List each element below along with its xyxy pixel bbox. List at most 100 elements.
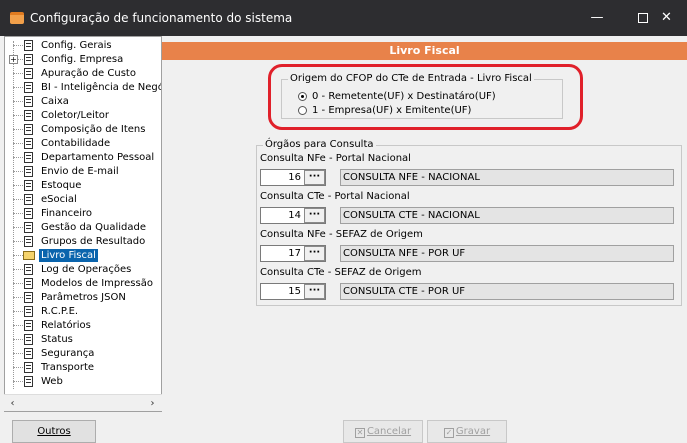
tree-item-label: Parâmetros JSON xyxy=(41,292,126,303)
tree-item-label: Gestão da Qualidade xyxy=(41,222,146,233)
tree-connector xyxy=(13,87,23,88)
tree-item[interactable]: Segurança xyxy=(5,347,161,360)
tree-connector xyxy=(13,157,23,158)
document-icon xyxy=(24,110,33,121)
tree-connector xyxy=(13,227,23,228)
document-icon xyxy=(24,54,33,65)
document-icon xyxy=(24,82,33,93)
tree-item[interactable]: + Config. Empresa xyxy=(5,53,161,66)
tree-item[interactable]: Web xyxy=(5,375,161,388)
tree-item[interactable]: BI - Inteligência de Negócio xyxy=(5,81,161,94)
lookup-button[interactable]: ··· xyxy=(304,246,325,261)
tree-item[interactable]: Coletor/Leitor xyxy=(5,109,161,122)
tree-item-label: Contabilidade xyxy=(41,138,111,149)
tree-item[interactable]: Contabilidade xyxy=(5,137,161,150)
document-icon xyxy=(24,320,33,331)
orgao-description-field: CONSULTA NFE - NACIONAL xyxy=(340,169,674,186)
footer-bar: Outros ✕ Cancelar ✓ Gravar xyxy=(0,412,687,443)
tree-item-label: Financeiro xyxy=(41,208,93,219)
document-icon xyxy=(24,68,33,79)
lookup-button[interactable]: ··· xyxy=(304,170,325,185)
orgaos-consulta-legend: Órgãos para Consulta xyxy=(263,139,376,150)
tree-item-label: Apuração de Custo xyxy=(41,68,136,79)
tree-connector xyxy=(13,297,23,298)
document-icon xyxy=(24,138,33,149)
config-tree[interactable]: Config. Gerais + Config. Empresa Apuração d… xyxy=(4,36,162,412)
scroll-right-icon[interactable]: › xyxy=(144,395,161,412)
tree-connector xyxy=(13,339,23,340)
tree-item-label: Config. Empresa xyxy=(41,54,124,65)
document-icon xyxy=(24,166,33,177)
tree-connector xyxy=(13,367,23,368)
document-icon xyxy=(24,40,33,51)
tree-item-label: Relatórios xyxy=(41,320,91,331)
lookup-button[interactable]: ··· xyxy=(304,284,325,299)
tree-connector xyxy=(13,381,23,382)
document-icon xyxy=(24,236,33,247)
gravar-button[interactable]: ✓ Gravar xyxy=(427,420,507,443)
document-icon xyxy=(24,208,33,219)
tree-item[interactable]: Transporte xyxy=(5,361,161,374)
tree-item[interactable]: Apuração de Custo xyxy=(5,67,161,80)
consulta-field-label: Consulta CTe - Portal Nacional xyxy=(260,191,410,202)
document-icon xyxy=(24,194,33,205)
tree-item[interactable]: Caixa xyxy=(5,95,161,108)
tree-item[interactable]: Status xyxy=(5,333,161,346)
tree-item[interactable]: Config. Gerais xyxy=(5,39,161,52)
tree-item[interactable]: eSocial xyxy=(5,193,161,206)
document-icon xyxy=(24,278,33,289)
tree-item[interactable]: Departamento Pessoal xyxy=(5,151,161,164)
tree-item-label: Composição de Itens xyxy=(41,124,146,135)
tree-connector xyxy=(13,311,23,312)
tree-connector xyxy=(13,213,23,214)
tree-item[interactable]: Relatórios xyxy=(5,319,161,332)
highlight-annotation xyxy=(268,64,583,130)
document-icon xyxy=(24,96,33,107)
tree-horizontal-scrollbar[interactable]: ‹ › xyxy=(4,394,162,411)
tree-item[interactable]: Log de Operações xyxy=(5,263,161,276)
orgao-description-field: CONSULTA CTE - NACIONAL xyxy=(340,207,674,224)
tree-item-label: Web xyxy=(41,376,63,387)
tree-item-label: Grupos de Resultado xyxy=(41,236,146,247)
tree-item[interactable]: Grupos de Resultado xyxy=(5,235,161,248)
close-button[interactable]: ✕ xyxy=(646,0,687,36)
scroll-left-icon[interactable]: ‹ xyxy=(4,395,21,412)
tree-connector xyxy=(13,171,23,172)
minimize-button[interactable]: — xyxy=(574,0,620,36)
tree-item[interactable]: R.C.P.E. xyxy=(5,305,161,318)
tree-item-label: Segurança xyxy=(41,348,95,359)
tree-connector xyxy=(13,199,23,200)
window-title: Configuração de funcionamento do sistema xyxy=(30,11,293,25)
tree-connector xyxy=(13,129,23,130)
document-icon xyxy=(24,222,33,233)
tree-item[interactable]: Financeiro xyxy=(5,207,161,220)
tree-connector xyxy=(13,269,23,270)
tree-item[interactable]: Estoque xyxy=(5,179,161,192)
tree-item-label: Caixa xyxy=(41,96,69,107)
document-icon xyxy=(24,348,33,359)
tree-item-label: Envio de E-mail xyxy=(41,166,119,177)
tree-item-label: R.C.P.E. xyxy=(41,306,79,317)
document-icon xyxy=(24,362,33,373)
outros-button[interactable]: Outros xyxy=(12,420,96,443)
tree-item[interactable]: Modelos de Impressão xyxy=(5,277,161,290)
tree-item[interactable]: Gestão da Qualidade xyxy=(5,221,161,234)
tree-connector xyxy=(13,241,23,242)
tree-item[interactable]: Composição de Itens xyxy=(5,123,161,136)
lookup-button[interactable]: ··· xyxy=(304,208,325,223)
cancelar-button[interactable]: ✕ Cancelar xyxy=(343,420,423,443)
tree-connector xyxy=(13,45,23,46)
tree-item[interactable]: Parâmetros JSON xyxy=(5,291,161,304)
cancelar-label: Cancelar xyxy=(366,426,412,437)
consulta-field-label: Consulta NFe - SEFAZ de Origem xyxy=(260,229,423,240)
folder-open-icon xyxy=(23,251,35,260)
tree-item[interactable]: Livro Fiscal xyxy=(5,249,161,262)
tree-item[interactable]: Envio de E-mail xyxy=(5,165,161,178)
outros-label: Outros xyxy=(37,426,71,437)
app-window: Configuração de funcionamento do sistema… xyxy=(0,0,687,443)
expand-icon[interactable]: + xyxy=(9,55,18,64)
tree-item-label: Status xyxy=(41,334,73,345)
gravar-label: Gravar xyxy=(455,426,491,437)
tree-connector xyxy=(13,353,23,354)
document-icon xyxy=(24,306,33,317)
